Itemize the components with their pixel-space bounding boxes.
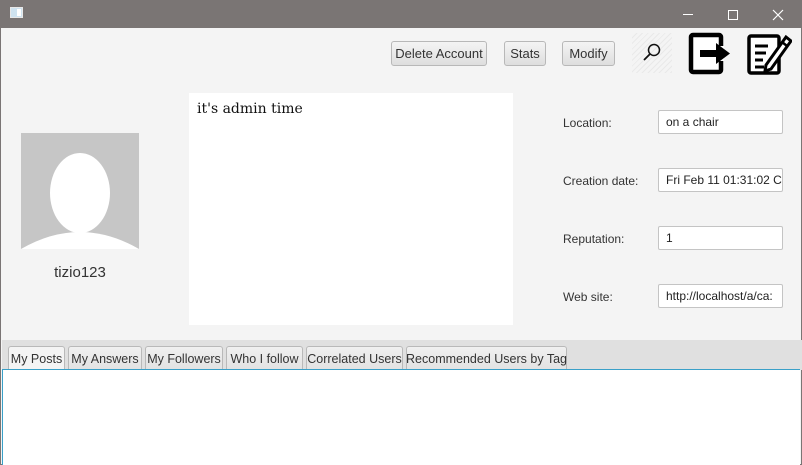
creation-date-label: Creation date:: [563, 174, 639, 188]
location-field[interactable]: on a chair: [658, 110, 783, 134]
avatar: [21, 133, 139, 249]
search-icon[interactable]: [632, 33, 672, 73]
bio-text-area[interactable]: it's admin time: [189, 93, 513, 325]
minimize-button[interactable]: [665, 1, 711, 28]
close-icon: [772, 9, 784, 20]
tab-correlated-users[interactable]: Correlated Users: [306, 346, 403, 370]
reputation-label: Reputation:: [563, 232, 625, 246]
app-icon: [10, 7, 23, 18]
website-field[interactable]: http://localhost/a/ca:: [658, 284, 783, 308]
tab-who-i-follow[interactable]: Who I follow: [226, 346, 303, 370]
tab-my-posts[interactable]: My Posts: [8, 346, 65, 370]
close-button[interactable]: [755, 1, 801, 28]
title-bar: [1, 1, 801, 28]
app-window: Delete Account Stats Modify tizio123 it'…: [0, 0, 802, 465]
tab-recommended-users-by-tag[interactable]: Recommended Users by Tag: [406, 346, 567, 370]
tab-my-followers[interactable]: My Followers: [145, 346, 223, 370]
stats-button[interactable]: Stats: [504, 41, 546, 66]
website-label: Web site:: [563, 290, 613, 304]
reputation-field[interactable]: 1: [658, 226, 783, 250]
username-label: tizio123: [54, 264, 106, 281]
delete-account-button[interactable]: Delete Account: [391, 41, 487, 66]
maximize-button[interactable]: [710, 1, 756, 28]
tab-my-answers[interactable]: My Answers: [68, 346, 142, 370]
tab-content-area[interactable]: [2, 369, 800, 465]
modify-button[interactable]: Modify: [562, 41, 615, 66]
edit-icon[interactable]: [746, 31, 794, 76]
location-label: Location:: [563, 116, 612, 130]
logout-icon[interactable]: [688, 32, 735, 75]
maximize-icon: [728, 9, 738, 20]
minimize-icon: [683, 14, 693, 15]
creation-date-field[interactable]: Fri Feb 11 01:31:02 C: [658, 168, 783, 192]
